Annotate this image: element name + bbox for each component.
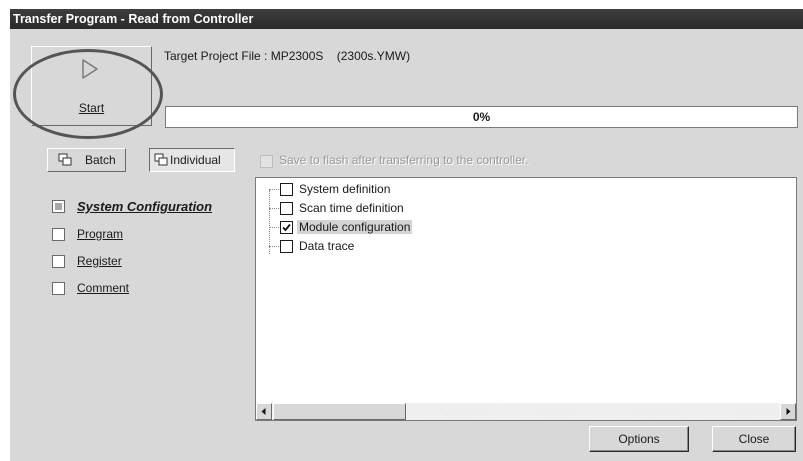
start-button[interactable]: Start (31, 46, 152, 126)
tree-item-label: Scan time definition (299, 201, 404, 215)
tree-item-scan-time-definition[interactable]: Scan time definition (269, 199, 569, 218)
partial-checkbox-icon (52, 200, 65, 213)
scroll-left-button[interactable] (256, 403, 272, 420)
category-label: Program (77, 227, 124, 241)
category-label: Register (77, 254, 122, 268)
tree-item-system-definition[interactable]: System definition (269, 180, 569, 199)
check-icon (282, 223, 291, 232)
checkbox-icon (52, 228, 65, 241)
checkbox-icon (52, 282, 65, 295)
individual-button[interactable]: Individual (149, 148, 235, 172)
tree-item-checkbox[interactable] (280, 240, 293, 253)
horizontal-scrollbar[interactable] (256, 403, 796, 420)
progress-bar: 0% (165, 106, 798, 128)
category-label: System Configuration (77, 199, 213, 214)
progress-percent: 0% (472, 110, 491, 124)
batch-icon (58, 153, 72, 166)
transfer-program-window: Transfer Program - Read from Controller … (10, 9, 803, 461)
triangle-right-icon (786, 408, 791, 415)
options-button[interactable]: Options (589, 426, 689, 452)
tree-item-label: Data trace (299, 239, 355, 253)
save-to-flash-checkbox[interactable] (260, 155, 273, 168)
tree-item-data-trace[interactable]: Data trace (269, 237, 569, 256)
scroll-right-button[interactable] (780, 403, 796, 420)
tree-item-label: Module configuration (297, 220, 413, 234)
target-project-file: Target Project File : MP2300S (2300s.YMW… (164, 49, 411, 63)
play-icon (82, 59, 98, 79)
window-title: Transfer Program - Read from Controller (10, 9, 803, 29)
checkbox-icon (52, 255, 65, 268)
tree-item-checkbox[interactable] (280, 183, 293, 196)
start-button-label: Start (78, 101, 105, 115)
category-label: Comment (77, 281, 130, 295)
triangle-left-icon (261, 408, 266, 415)
tree-item-checkbox[interactable] (280, 221, 293, 234)
close-button[interactable]: Close (712, 426, 796, 452)
individual-icon (154, 153, 168, 166)
tree-item-checkbox[interactable] (280, 202, 293, 215)
tree-item-label: System definition (299, 182, 391, 196)
batch-button[interactable]: Batch (47, 148, 126, 172)
scroll-thumb[interactable] (273, 403, 406, 420)
batch-button-label: Batch (85, 153, 116, 167)
save-to-flash-label: Save to flash after transferring to the … (279, 153, 529, 167)
item-tree[interactable]: System definition Scan time definition M… (255, 177, 797, 421)
individual-button-label: Individual (170, 153, 221, 167)
tree-item-module-configuration[interactable]: Module configuration (269, 218, 569, 237)
